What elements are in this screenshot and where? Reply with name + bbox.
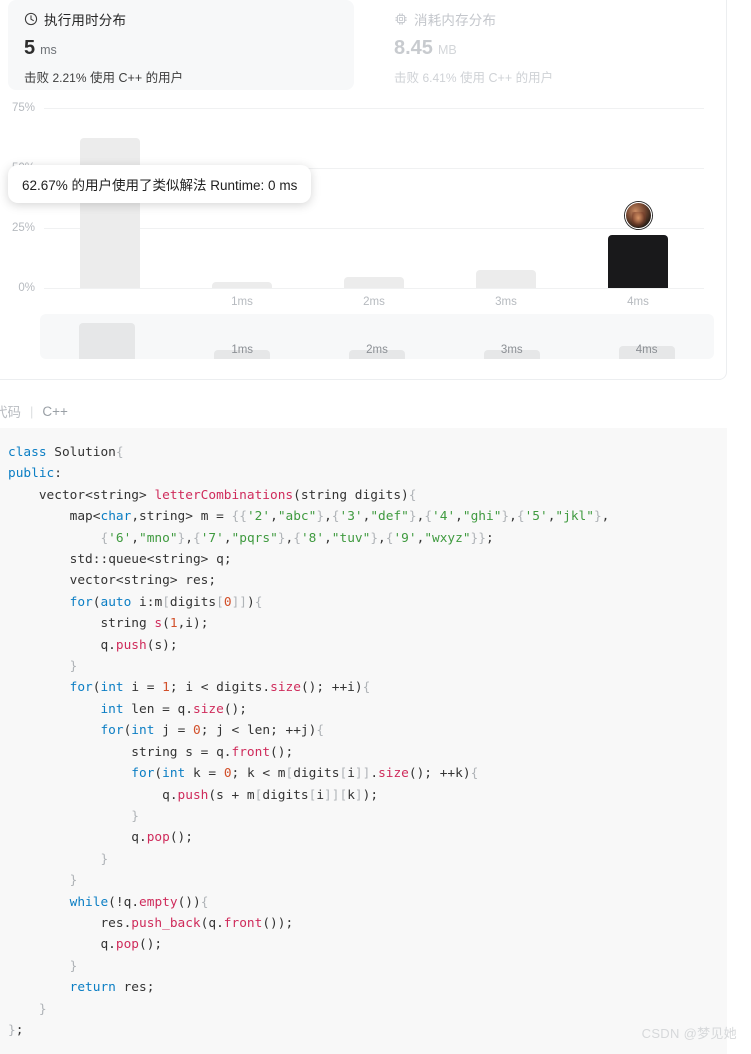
code-line: for(int j = 0; j < len; ++j){: [100, 723, 325, 739]
minimap-tick-label: 2ms: [366, 344, 388, 356]
code-line: }: [69, 659, 78, 675]
code-line: q.push(s);: [100, 637, 178, 653]
code-line: q.pop();: [131, 830, 193, 846]
chart-tooltip-text: 62.67% 的用户使用了类似解法 Runtime: 0 ms: [22, 178, 298, 193]
runtime-distribution-card[interactable]: 执行用时分布 5 ms 击败 2.21% 使用 C++ 的用户: [8, 0, 354, 90]
chart-bar[interactable]: [476, 270, 536, 288]
code-line: {'6',"mno"},{'7',"pqrs"},{'8',"tuv"},{'9…: [100, 530, 494, 546]
code-language-label[interactable]: C++: [42, 404, 68, 419]
chart-x-tick-label: 3ms: [495, 296, 517, 308]
code-line: return res;: [69, 980, 155, 996]
chart-gridline: 0%: [18, 282, 704, 294]
chart-bar[interactable]: [80, 137, 140, 288]
runtime-beat-percent: 2.21%: [52, 71, 87, 85]
code-line: map<char,string> m = {{'2',"abc"},{'3',"…: [69, 509, 610, 525]
stat-cards: 执行用时分布 5 ms 击败 2.21% 使用 C++ 的用户 消耗内存分布 8…: [0, 0, 726, 92]
memory-beat-line: 击败 6.41% 使用 C++ 的用户: [394, 67, 724, 86]
code-block[interactable]: class Solution{ public: vector<string> le…: [0, 428, 727, 1054]
chart-gridline: 25%: [12, 222, 704, 234]
runtime-distribution-chart[interactable]: 0%25%50%75%1ms2ms3ms4ms 62.67% 的用户使用了类似解…: [0, 92, 727, 380]
code-line: for(int i = 1; i < digits.size(); ++i){: [69, 680, 371, 696]
chart-gridline: 75%: [12, 102, 704, 114]
minimap-bar[interactable]: [79, 323, 136, 359]
minimap-tick-label: 1ms: [231, 344, 254, 356]
runtime-beat-suffix: 使用 C++ 的用户: [90, 71, 184, 85]
runtime-beat-prefix: 击败: [24, 71, 50, 85]
runtime-card-header: 执行用时分布: [24, 10, 354, 28]
chart-range-selector[interactable]: 1ms 2ms 3ms 4ms: [40, 314, 714, 359]
memory-distribution-card[interactable]: 消耗内存分布 8.45 MB 击败 6.41% 使用 C++ 的用户: [378, 0, 724, 90]
code-line: for(int k = 0; k < m[digits[i]].size(); …: [131, 766, 479, 782]
watermark: CSDN @梦见她: [641, 1026, 737, 1041]
memory-value-line: 8.45 MB: [394, 37, 724, 60]
memory-card-title: 消耗内存分布: [414, 13, 497, 28]
memory-chip-icon: [394, 12, 408, 26]
code-line: vector<string> letterCombinations(string…: [38, 487, 417, 503]
memory-unit: MB: [437, 43, 457, 57]
runtime-unit: ms: [40, 43, 57, 57]
code-line: };: [8, 1022, 24, 1038]
chart-bar[interactable]: [608, 235, 668, 288]
runtime-value: 5: [24, 37, 36, 59]
memory-beat-suffix: 使用 C++ 的用户: [460, 71, 554, 85]
minimap-tick-label: 3ms: [500, 344, 523, 356]
code-line: while(!q.empty()){: [69, 894, 209, 910]
memory-beat-percent: 6.41%: [422, 71, 457, 85]
code-line: string s = q.front();: [131, 744, 294, 760]
code-line: }: [69, 958, 78, 974]
code-line: q.pop();: [100, 937, 163, 953]
code-line: }: [38, 1001, 47, 1017]
code-line: public:: [8, 466, 62, 482]
chart-y-tick-label: 0%: [18, 282, 35, 294]
memory-beat-prefix: 击败: [394, 71, 420, 85]
code-line: string s(1,i);: [100, 616, 209, 632]
code-section-header: 代码 | C++: [0, 396, 68, 426]
code-section-label: 代码: [0, 405, 21, 420]
code-line: }: [100, 851, 109, 867]
code-line: int len = q.size();: [100, 701, 247, 717]
code-line: for(auto i:m[digits[0]]){: [69, 594, 263, 610]
avatar[interactable]: [624, 202, 652, 230]
chart-y-tick-label: 75%: [11, 102, 35, 114]
runtime-beat-line: 击败 2.21% 使用 C++ 的用户: [24, 67, 354, 86]
chart-y-tick-label: 25%: [11, 222, 35, 234]
clock-icon: [24, 12, 38, 26]
submission-stats-panel: 执行用时分布 5 ms 击败 2.21% 使用 C++ 的用户 消耗内存分布 8…: [0, 0, 727, 380]
memory-card-header: 消耗内存分布: [394, 10, 724, 28]
chart-x-tick-label: 4ms: [627, 296, 649, 308]
chart-x-tick-label: 1ms: [231, 296, 253, 308]
chart-tooltip: 62.67% 的用户使用了类似解法 Runtime: 0 ms: [8, 165, 312, 203]
code-line: q.push(s + m[digits[i]][k]);: [162, 787, 379, 803]
chart-bar[interactable]: [344, 277, 404, 288]
memory-value: 8.45: [394, 37, 433, 59]
code-line: res.push_back(q.front());: [100, 915, 294, 931]
chart-x-tick-label: 2ms: [363, 296, 385, 308]
code-line: class Solution{: [8, 445, 124, 460]
code-header-separator: |: [30, 403, 34, 419]
code-line: }: [69, 873, 78, 889]
chart-bar[interactable]: [212, 282, 272, 288]
code-line: vector<string> res;: [69, 573, 217, 589]
code-line: std::queue<string> q;: [69, 552, 232, 568]
code-line: }: [131, 808, 139, 824]
minimap-tick-label: 4ms: [635, 344, 658, 356]
runtime-value-line: 5 ms: [24, 37, 354, 60]
runtime-card-title: 执行用时分布: [44, 13, 127, 28]
